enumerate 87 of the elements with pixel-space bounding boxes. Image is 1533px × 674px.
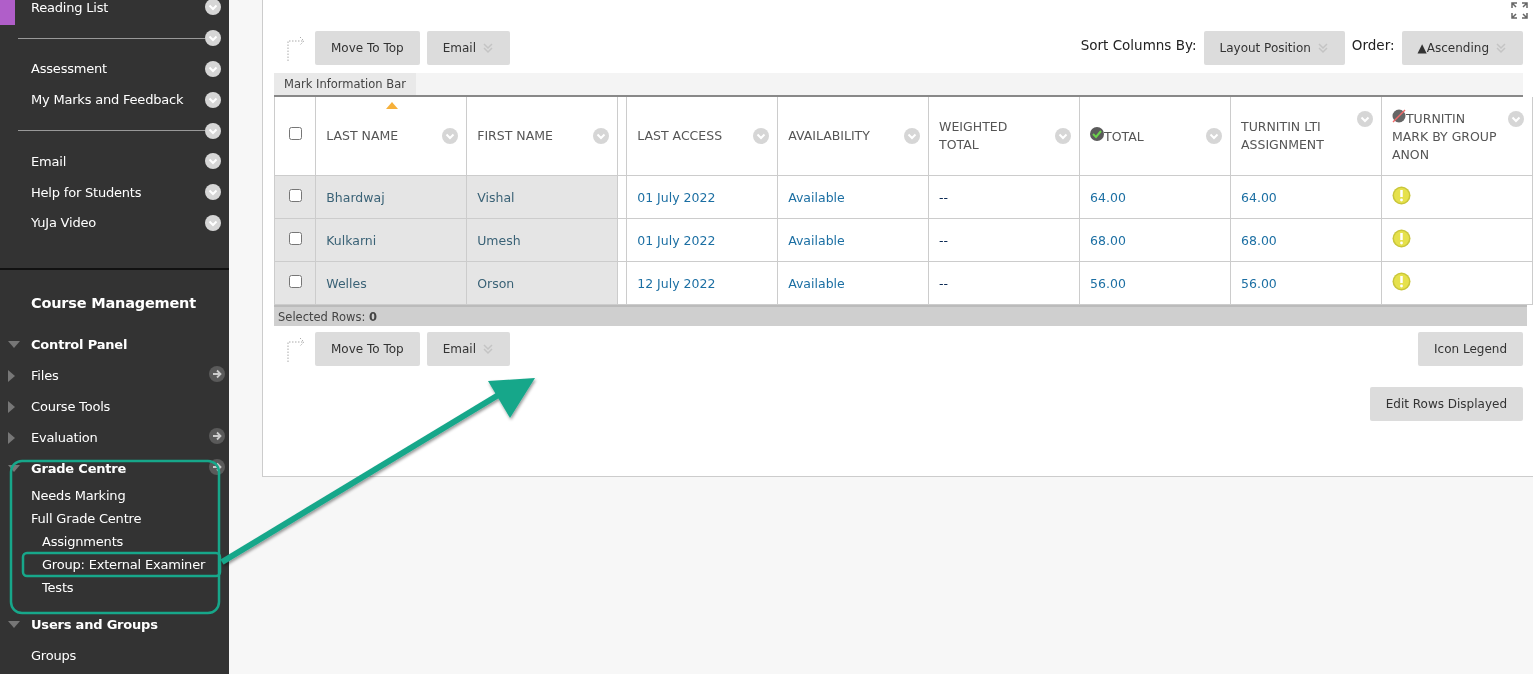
menu-button[interactable]: Email (426, 31, 510, 65)
table-cell: Umesh (477, 232, 521, 248)
course-menu-link[interactable]: Help for Students (31, 184, 142, 200)
action-button[interactable]: Move To Top (315, 332, 420, 366)
section-heading: Course Management (30, 294, 197, 314)
collapsed-triangle-icon[interactable] (8, 369, 16, 382)
grade-link[interactable]: 68.00 (1090, 232, 1126, 248)
sort-columns-label: Sort Columns By: (1080, 37, 1197, 53)
collapsed-triangle-icon[interactable] (8, 431, 16, 444)
control-panel-link[interactable]: Full Grade Centre (31, 511, 142, 527)
exclamation-icon (1391, 272, 1411, 291)
action-button[interactable]: Edit Rows Displayed (1369, 387, 1523, 421)
grade-link[interactable]: 64.00 (1241, 189, 1277, 205)
double-chevron-icon (1495, 42, 1507, 54)
grade-link[interactable]: -- (939, 189, 949, 205)
chevron-down-icon[interactable] (205, 214, 221, 231)
grade-link[interactable]: Available (788, 275, 845, 291)
menu-tab-marker (0, 0, 15, 25)
double-chevron-icon (1316, 42, 1329, 54)
table-cell: Bhardwaj (326, 189, 385, 205)
action-button[interactable]: Icon Legend (1418, 332, 1523, 366)
row-checkbox[interactable] (289, 232, 302, 245)
control-panel-link[interactable]: Users and Groups (31, 617, 158, 633)
grade-link[interactable]: 68.00 (1241, 232, 1277, 248)
column-header[interactable]: TOTAL (1090, 126, 1198, 146)
control-panel-link[interactable]: Group: External Examiner (42, 557, 206, 573)
table-cell: Welles (326, 275, 367, 291)
arrow-right-icon[interactable] (209, 428, 225, 445)
grade-link[interactable]: 56.00 (1241, 275, 1277, 291)
column-header[interactable]: AVAILABILITY (788, 127, 897, 145)
course-menu-link[interactable]: Reading List (31, 0, 109, 15)
course-menu-link[interactable]: YuJa Video (31, 215, 97, 231)
crossed-circle-icon (1391, 108, 1406, 123)
grade-link[interactable]: -- (939, 275, 949, 291)
control-panel-link[interactable]: Assignments (42, 534, 124, 550)
course-menu-link[interactable]: Email (31, 153, 67, 169)
control-panel-link[interactable]: Evaluation (31, 430, 98, 446)
exclamation-icon (1391, 229, 1411, 248)
grade-link[interactable]: 01 July 2022 (637, 189, 716, 205)
column-header[interactable]: FIRST NAME (477, 127, 586, 145)
check-circle-icon (1090, 126, 1105, 141)
control-panel-link[interactable]: Needs Marking (31, 488, 126, 504)
grade-link[interactable]: 12 July 2022 (637, 275, 716, 291)
row-checkbox[interactable] (289, 189, 302, 202)
table-cell: Kulkarni (326, 232, 377, 248)
control-panel-link[interactable]: Files (31, 368, 59, 384)
exclamation-icon (1391, 186, 1411, 205)
grade-link[interactable]: -- (939, 232, 949, 248)
chevron-down-icon[interactable] (205, 30, 221, 47)
fullscreen-icon[interactable] (1511, 2, 1528, 19)
selected-rows-count: Selected Rows: 0 (278, 309, 377, 324)
expanded-triangle-icon[interactable] (8, 620, 20, 629)
expanded-triangle-icon[interactable] (8, 464, 20, 473)
control-panel-link[interactable]: Control Panel (31, 337, 128, 353)
control-panel-link[interactable]: Groups (31, 648, 77, 664)
control-panel-link[interactable]: Grade Centre (31, 461, 127, 477)
control-panel-link[interactable]: Tests (42, 580, 74, 596)
arrow-right-icon[interactable] (209, 459, 225, 476)
row-checkbox[interactable] (289, 275, 302, 288)
menu-button[interactable]: ▲Ascending (1401, 31, 1523, 65)
column-header[interactable]: LAST NAME (326, 127, 435, 145)
collapsed-triangle-icon[interactable] (8, 400, 16, 413)
course-menu-link[interactable]: Assessment (31, 61, 107, 77)
grade-link[interactable]: 56.00 (1090, 275, 1126, 291)
table-cell: Orson (477, 275, 515, 291)
chevron-down-icon[interactable] (205, 91, 221, 108)
order-label: Order: (1351, 37, 1395, 53)
menu-button[interactable]: Email (426, 332, 510, 366)
chevron-down-icon[interactable] (205, 153, 221, 170)
chevron-down-icon[interactable] (205, 61, 221, 77)
control-panel-link[interactable]: Course Tools (31, 399, 111, 415)
grade-link[interactable]: Available (788, 232, 845, 248)
action-button[interactable]: Move To Top (315, 31, 420, 65)
select-all-checkbox[interactable] (289, 127, 302, 140)
mark-information-bar-tab[interactable]: Mark Information Bar (274, 73, 416, 95)
grade-link[interactable]: 64.00 (1090, 189, 1126, 205)
grade-link[interactable]: Available (788, 189, 845, 205)
column-header[interactable]: LAST ACCESS (637, 127, 746, 145)
chevron-down-icon[interactable] (205, 0, 221, 16)
course-menu-link[interactable]: My Marks and Feedback (31, 92, 184, 108)
expanded-triangle-icon[interactable] (8, 340, 20, 349)
table-cell: Vishal (477, 189, 515, 205)
chevron-down-icon[interactable] (205, 184, 221, 201)
menu-button[interactable]: Layout Position (1203, 31, 1345, 65)
chevron-down-icon[interactable] (205, 122, 221, 139)
grade-link[interactable]: 01 July 2022 (637, 232, 716, 248)
arrow-right-icon[interactable] (209, 366, 225, 383)
